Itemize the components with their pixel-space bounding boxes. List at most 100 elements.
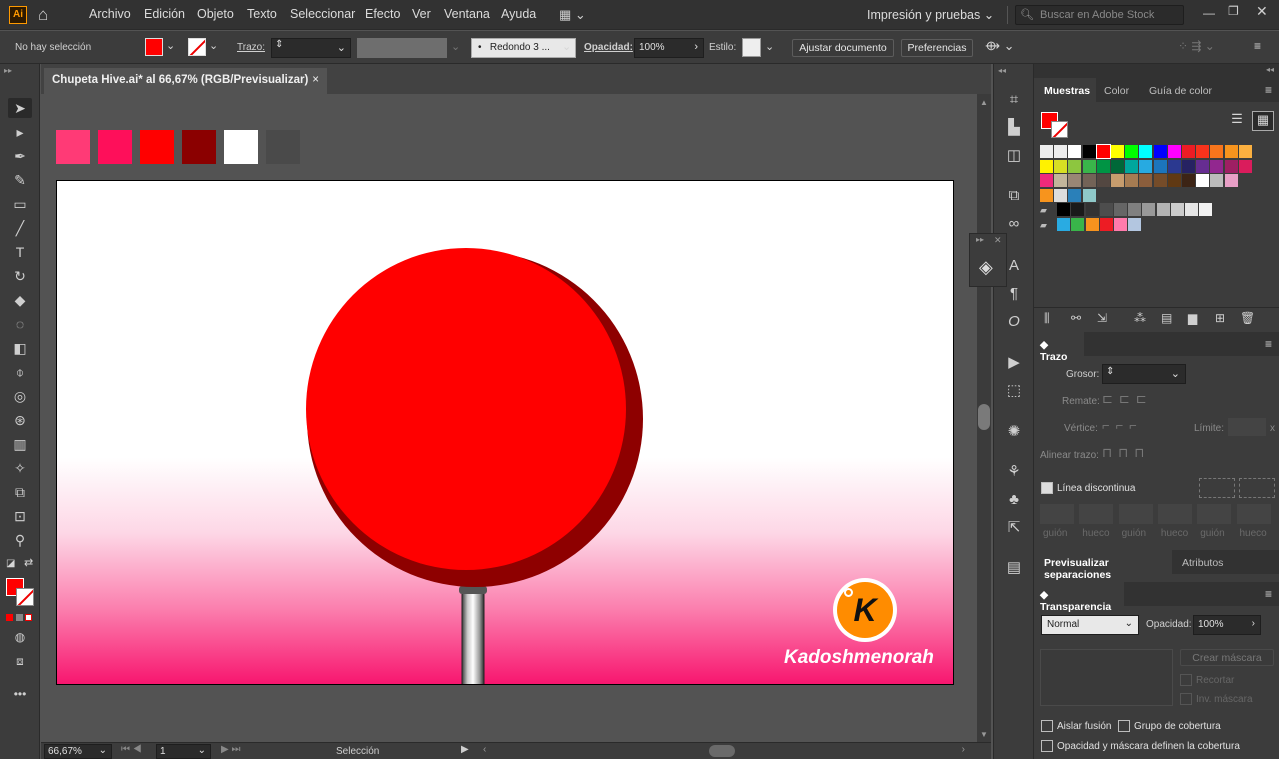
blend-tool-icon[interactable]: ◎ (8, 386, 32, 406)
chevron-right-icon[interactable]: › (694, 41, 698, 53)
aislar-fusion-checkbox[interactable] (1041, 720, 1053, 732)
color-swatch[interactable] (1238, 145, 1252, 158)
color-swatch[interactable] (1196, 145, 1210, 158)
color-swatch[interactable] (1085, 218, 1099, 231)
color-swatch[interactable] (1139, 159, 1153, 173)
color-swatch[interactable] (1210, 174, 1224, 188)
align-panel-icon[interactable]: ▙ (1001, 116, 1027, 140)
menu-efecto[interactable]: Efecto (365, 7, 400, 21)
color-swatch[interactable] (1082, 145, 1096, 158)
tab-transparencia[interactable]: ◆ Transparencia (1034, 582, 1124, 613)
stroke-none-swatch[interactable] (188, 38, 206, 56)
swatch-options-icon[interactable]: ▤ (1161, 311, 1172, 325)
color-swatch[interactable] (1170, 203, 1184, 217)
place-swatch-icon[interactable]: ⇲ (1097, 311, 1107, 325)
transform-panel-icon[interactable]: ⌗ (1001, 88, 1027, 112)
panel-menu-icon[interactable]: ≡ (1265, 337, 1272, 351)
type-tool-icon[interactable]: T (8, 242, 32, 262)
close-tab-icon[interactable]: × (312, 74, 319, 86)
shape-builder-tool-icon[interactable]: ⧉ (8, 482, 32, 502)
dash-field[interactable] (1040, 504, 1074, 524)
selection-tool-icon[interactable]: ➤ (8, 98, 32, 118)
panel-menu-icon[interactable]: ≡ (1265, 587, 1272, 601)
color-swatch[interactable] (1057, 218, 1071, 231)
color-swatch[interactable] (1224, 159, 1238, 173)
scroll-thumb[interactable] (978, 404, 990, 430)
horizontal-scrollbar[interactable]: ‹ › (479, 744, 969, 758)
next-page-icon[interactable]: ▶ ⏭ (221, 744, 240, 755)
tab-previsualizar-separaciones[interactable]: Previsualizar separaciones (1034, 550, 1172, 581)
reference-swatch[interactable] (98, 130, 132, 164)
color-swatch[interactable] (1224, 145, 1238, 158)
opacidad-mascara-checkbox[interactable] (1041, 740, 1053, 752)
grupo-cobertura-checkbox[interactable] (1118, 720, 1130, 732)
menu-edicion[interactable]: Edición (144, 7, 185, 21)
pathfinder-panel-icon[interactable]: ◫ (1001, 144, 1027, 168)
new-group-icon[interactable]: ▆ (1188, 311, 1197, 325)
scroll-up-icon[interactable]: ▲ (980, 98, 988, 107)
puppet-warp-tool-icon[interactable]: ✧ (8, 458, 32, 478)
fill-color-swatch[interactable] (145, 38, 163, 56)
color-swatch[interactable] (1054, 145, 1068, 158)
color-swatch[interactable] (1096, 159, 1110, 173)
layers-panel-icon[interactable]: ◈ (979, 257, 993, 278)
color-swatch[interactable] (1111, 145, 1124, 158)
color-swatch[interactable] (1199, 203, 1213, 217)
zoom-tool-icon[interactable]: ⚲ (8, 530, 32, 550)
reference-swatch[interactable] (182, 130, 216, 164)
color-swatch[interactable] (1139, 145, 1153, 158)
chevron-down-icon[interactable]: ⌄ (209, 39, 218, 52)
stroke-weight-field[interactable]: ⇕ ⌄ (271, 38, 351, 58)
rectangle-tool-icon[interactable]: ▭ (8, 194, 32, 214)
color-swatch[interactable] (1068, 159, 1082, 173)
tab-color[interactable]: Color (1104, 85, 1129, 97)
actions-panel-icon[interactable]: ▶ (1001, 351, 1027, 375)
reference-swatch[interactable] (266, 130, 300, 164)
menu-texto[interactable]: Texto (247, 7, 277, 21)
symbol-sprayer-tool-icon[interactable]: ⊛ (8, 410, 32, 430)
recortar-checkbox[interactable] (1180, 674, 1192, 686)
document-tab[interactable]: Chupeta Hive.ai* al 66,67% (RGB/Previsua… (44, 68, 327, 94)
swap-colors-icon[interactable]: ⇄ (24, 556, 33, 569)
restore-icon[interactable]: ❐ (1228, 4, 1239, 18)
color-swatch[interactable] (1153, 145, 1167, 158)
image-trace-panel-icon[interactable]: ⬚ (1001, 379, 1027, 403)
color-swatch[interactable] (1054, 159, 1068, 173)
paintbrush-tool-icon[interactable]: ╱ (8, 218, 32, 238)
blend-mode-select[interactable]: Normal ⌄ (1041, 615, 1139, 635)
limite-field[interactable] (1228, 418, 1266, 436)
reference-swatch[interactable] (140, 130, 174, 164)
zoom-field[interactable]: 66,67% ⌄ (44, 744, 112, 759)
color-swatch[interactable] (1071, 203, 1085, 217)
chevron-right-icon[interactable]: › (1252, 618, 1255, 629)
chevron-down-icon[interactable]: ⌄ (166, 39, 175, 52)
artboard-tool-icon[interactable]: ⊡ (8, 506, 32, 526)
panel-menu-icon[interactable]: ≡ (1265, 83, 1272, 97)
scroll-right-icon[interactable]: › (962, 744, 965, 755)
chevron-down-icon[interactable]: ⌄ (451, 40, 460, 53)
hscroll-thumb[interactable] (709, 745, 735, 757)
color-swatch[interactable] (1153, 159, 1167, 173)
color-swatch[interactable] (1128, 218, 1142, 231)
color-swatch[interactable] (1114, 218, 1127, 231)
color-swatch[interactable] (1057, 203, 1071, 217)
color-swatch[interactable] (1185, 203, 1198, 217)
color-swatch[interactable] (1082, 174, 1096, 188)
vertical-scrollbar[interactable]: ▲ ▼ (977, 94, 991, 742)
stepper-icon[interactable]: ⇕ (275, 39, 283, 50)
color-swatch[interactable] (1182, 174, 1195, 188)
stepper-icon[interactable]: ⇕ (1106, 366, 1114, 377)
menu-ventana[interactable]: Ventana (444, 7, 490, 21)
color-swatch[interactable] (1182, 145, 1195, 158)
dash-field[interactable] (1118, 504, 1153, 524)
brushes-panel-icon[interactable]: ♣ (1001, 488, 1027, 512)
align-stroke-buttons[interactable]: ⊓⊓⊓ (1102, 445, 1150, 461)
color-swatch[interactable] (1095, 144, 1111, 159)
more-tools-icon[interactable]: ••• (8, 684, 32, 704)
close-icon[interactable]: ✕ (994, 235, 1002, 246)
swatch-kinds-icon[interactable]: ⚯ (1071, 311, 1081, 325)
chevron-down-icon[interactable]: ⌄ (562, 40, 571, 53)
first-page-icon[interactable]: ⏮ ◀ (121, 744, 142, 755)
color-mode-icon[interactable] (6, 613, 33, 623)
color-group-edit-icon[interactable]: ⁂ (1134, 311, 1146, 325)
